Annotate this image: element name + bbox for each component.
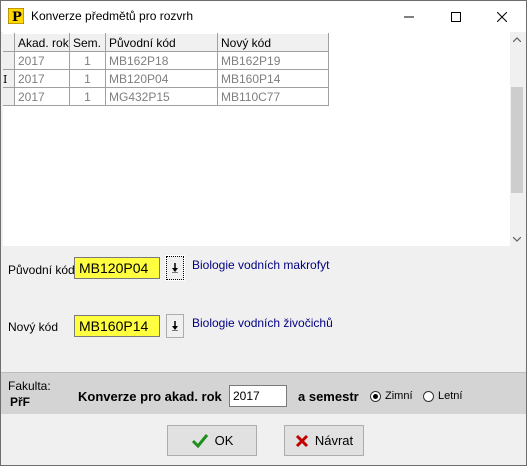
arrow-down-icon bbox=[172, 263, 178, 273]
close-icon bbox=[497, 11, 507, 22]
arrow-down-icon bbox=[172, 321, 178, 331]
dialog-window: P Konverze předmětů pro rozvrh Akad. rok… bbox=[0, 0, 527, 466]
semester-summer-radio[interactable] bbox=[423, 391, 434, 402]
ok-button[interactable]: OK bbox=[167, 425, 257, 456]
minimize-button[interactable] bbox=[386, 1, 432, 32]
current-row-caret-icon: I bbox=[3, 72, 8, 86]
faculty-value: PřF bbox=[10, 395, 31, 409]
cell-year[interactable]: 2017 bbox=[14, 69, 70, 88]
column-header-year[interactable]: Akad. rok bbox=[14, 33, 70, 52]
row-selector-header bbox=[3, 33, 15, 52]
original-code-lookup-button[interactable] bbox=[165, 255, 185, 281]
semester-label: a semestr bbox=[298, 389, 359, 404]
maximize-icon bbox=[451, 11, 461, 22]
minimize-icon bbox=[404, 16, 414, 17]
semester-winter-label[interactable]: Zimní bbox=[385, 390, 413, 402]
semester-winter-radio[interactable] bbox=[370, 391, 381, 402]
original-code-input[interactable]: MB120P04 bbox=[74, 257, 160, 279]
new-subject-name: Biologie vodních živočichů bbox=[192, 316, 333, 330]
scroll-up-button[interactable] bbox=[510, 32, 524, 46]
conversion-year-label: Konverze pro akad. rok bbox=[78, 389, 222, 404]
cell-semester[interactable]: 1 bbox=[69, 51, 106, 70]
conversion-settings-panel: Fakulta: PřF Konverze pro akad. rok 2017… bbox=[1, 372, 526, 414]
new-code-lookup-button[interactable] bbox=[166, 314, 184, 338]
column-header-original-code[interactable]: Původní kód bbox=[105, 33, 218, 52]
scroll-thumb[interactable] bbox=[511, 87, 523, 193]
chevron-up-icon bbox=[513, 36, 521, 42]
cell-original-code[interactable]: MG432P15 bbox=[105, 87, 218, 106]
column-header-semester[interactable]: Sem. bbox=[69, 33, 106, 52]
title-bar: P Konverze předmětů pro rozvrh bbox=[1, 1, 526, 32]
close-button[interactable] bbox=[479, 1, 525, 32]
chevron-down-icon bbox=[513, 236, 521, 242]
cell-year[interactable]: 2017 bbox=[14, 87, 70, 106]
table-header-row: Akad. rok Sem. Původní kód Nový kód bbox=[3, 33, 329, 52]
maximize-button[interactable] bbox=[433, 1, 479, 32]
cross-icon bbox=[295, 434, 308, 447]
cell-original-code[interactable]: MB162P18 bbox=[105, 51, 218, 70]
cell-new-code[interactable]: MB162P19 bbox=[217, 51, 329, 70]
faculty-label: Fakulta: bbox=[8, 379, 51, 393]
back-button[interactable]: Návrat bbox=[284, 425, 364, 456]
cell-semester[interactable]: 1 bbox=[69, 69, 106, 88]
cell-original-code[interactable]: MB120P04 bbox=[105, 69, 218, 88]
row-selector[interactable]: I bbox=[3, 69, 15, 88]
cell-new-code[interactable]: MB110C77 bbox=[217, 87, 329, 106]
academic-year-input[interactable]: 2017 bbox=[229, 385, 287, 407]
svg-text:P: P bbox=[12, 10, 22, 24]
vertical-scrollbar[interactable] bbox=[510, 32, 524, 246]
original-code-label: Původní kód bbox=[8, 263, 75, 277]
new-code-input[interactable]: MB160P14 bbox=[74, 315, 160, 337]
cell-new-code[interactable]: MB160P14 bbox=[217, 69, 329, 88]
checkmark-icon bbox=[191, 434, 208, 448]
row-selector[interactable] bbox=[3, 51, 15, 70]
original-subject-name: Biologie vodních makrofyt bbox=[192, 258, 330, 272]
window-title: Konverze předmětů pro rozvrh bbox=[31, 9, 194, 23]
table-row[interactable]: I 2017 1 MB120P04 MB160P14 bbox=[3, 69, 329, 88]
table-row[interactable]: 2017 1 MG432P15 MB110C77 bbox=[3, 87, 329, 106]
row-selector[interactable] bbox=[3, 87, 15, 106]
app-icon: P bbox=[8, 8, 24, 24]
table-row[interactable]: 2017 1 MB162P18 MB162P19 bbox=[3, 51, 329, 70]
semester-summer-label[interactable]: Letní bbox=[438, 390, 462, 402]
ok-button-label: OK bbox=[214, 433, 234, 448]
scroll-down-button[interactable] bbox=[510, 232, 524, 246]
new-code-label: Nový kód bbox=[8, 320, 59, 334]
cell-semester[interactable]: 1 bbox=[69, 87, 106, 106]
conversion-table: Akad. rok Sem. Původní kód Nový kód 2017… bbox=[3, 33, 329, 106]
back-button-label: Návrat bbox=[314, 433, 354, 448]
conversion-grid: Akad. rok Sem. Původní kód Nový kód 2017… bbox=[3, 32, 524, 246]
column-header-new-code[interactable]: Nový kód bbox=[217, 33, 329, 52]
cell-year[interactable]: 2017 bbox=[14, 51, 70, 70]
